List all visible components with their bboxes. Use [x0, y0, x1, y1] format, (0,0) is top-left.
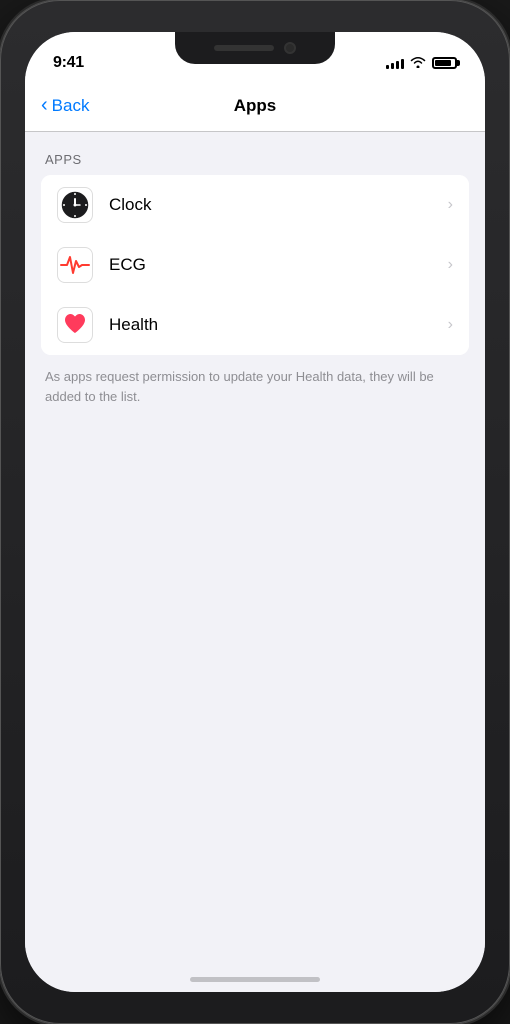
back-label: Back	[52, 96, 90, 116]
battery-icon	[432, 57, 457, 69]
page-title: Apps	[234, 96, 277, 116]
ecg-label: ECG	[109, 255, 448, 275]
footer-description: As apps request permission to update you…	[25, 355, 485, 418]
chevron-right-icon: ›	[448, 316, 453, 334]
health-app-icon	[57, 307, 93, 343]
chevron-right-icon: ›	[448, 196, 453, 214]
wifi-icon	[410, 55, 426, 71]
back-button[interactable]: ‹ Back	[41, 96, 89, 116]
camera	[284, 42, 296, 54]
clock-label: Clock	[109, 195, 448, 215]
list-item[interactable]: Health ›	[41, 295, 469, 355]
signal-icon	[386, 57, 404, 69]
home-indicator[interactable]	[190, 977, 320, 982]
ecg-app-icon	[57, 247, 93, 283]
back-chevron-icon: ‹	[41, 95, 48, 115]
phone-screen: 9:41	[25, 32, 485, 992]
list-item[interactable]: ECG ›	[41, 235, 469, 295]
speaker	[214, 45, 274, 51]
apps-list: Clock › ECG ›	[41, 175, 469, 355]
clock-app-icon	[57, 187, 93, 223]
notch	[175, 32, 335, 64]
content-area: APPS	[25, 132, 485, 992]
status-icons	[386, 55, 457, 71]
list-item[interactable]: Clock ›	[41, 175, 469, 235]
battery-fill	[435, 60, 451, 66]
section-label: APPS	[25, 132, 485, 175]
signal-bar-1	[386, 65, 389, 69]
phone-frame: 9:41	[0, 0, 510, 1024]
signal-bar-3	[396, 61, 399, 69]
health-label: Health	[109, 315, 448, 335]
signal-bar-2	[391, 63, 394, 69]
chevron-right-icon: ›	[448, 256, 453, 274]
status-time: 9:41	[53, 54, 84, 72]
navigation-bar: ‹ Back Apps	[25, 80, 485, 132]
signal-bar-4	[401, 59, 404, 69]
